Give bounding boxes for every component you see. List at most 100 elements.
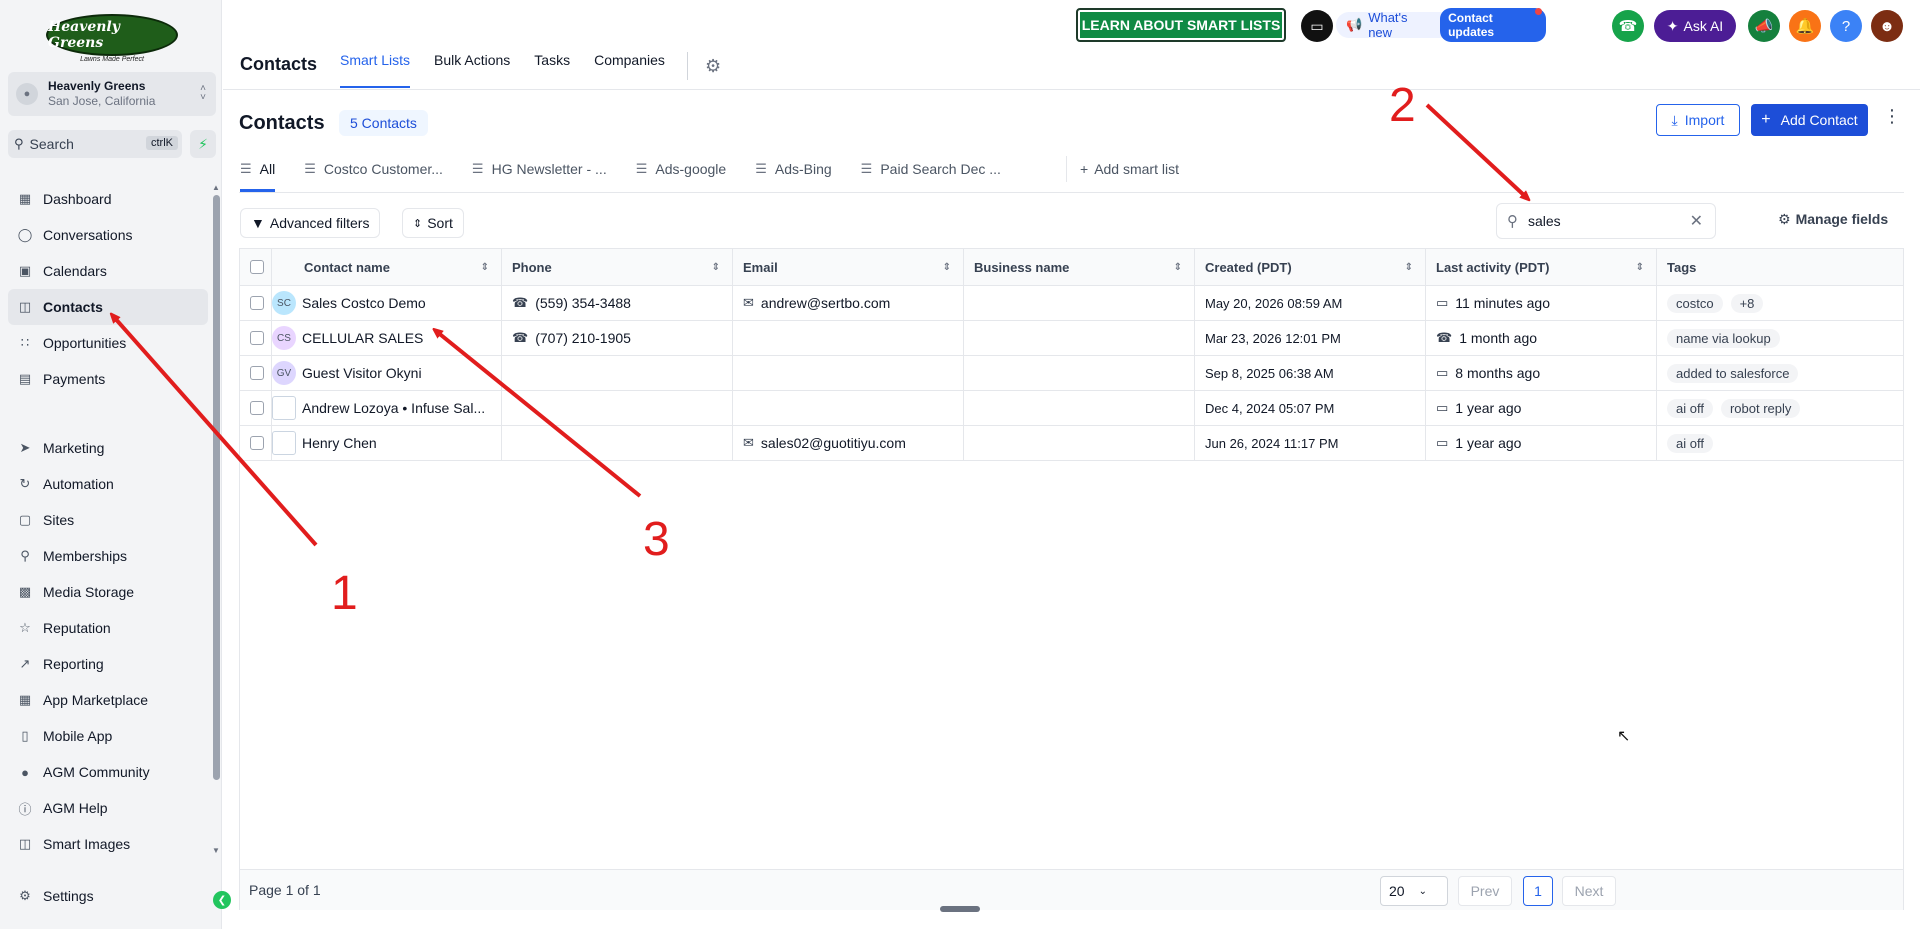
whats-new-banner[interactable]: 📢 What's new Contact updates [1336, 8, 1546, 42]
sidebar-item-smart-images[interactable]: ◫ Smart Images [8, 826, 208, 862]
scroll-down-arrow-icon[interactable]: ▼ [212, 846, 220, 855]
table-row[interactable]: SC Sales Costco Demo ☎ (559) 354-3488 ✉ andre… [240, 286, 1903, 321]
sort-button[interactable]: ⇕ Sort [402, 208, 464, 238]
contact-search-input[interactable] [1528, 213, 1678, 229]
tab-companies[interactable]: Companies [594, 52, 665, 88]
sidebar-item-memberships[interactable]: ⚲ Memberships [8, 538, 208, 574]
tag-badge[interactable]: +8 [1730, 293, 1764, 313]
row-checkbox[interactable] [250, 296, 264, 310]
sidebar-item-reputation[interactable]: ☆ Reputation [8, 610, 208, 646]
contact-name-cell[interactable]: SC Sales Costco Demo [272, 286, 502, 320]
scroll-up-arrow-icon[interactable]: ▲ [212, 183, 220, 192]
contact-name-cell[interactable]: Andrew Lozoya • Infuse Sal... [272, 391, 502, 425]
sidebar-item-conversations[interactable]: ◯ Conversations [8, 217, 208, 253]
smart-list-tab-all[interactable]: ☰ All [240, 156, 276, 192]
sidebar-item-settings[interactable]: ⚙ Settings [8, 878, 208, 914]
resize-handle[interactable] [940, 906, 980, 912]
tag-badge[interactable]: added to salesforce [1667, 363, 1799, 383]
contact-updates-badge[interactable]: Contact updates [1440, 8, 1546, 42]
contact-name-cell[interactable]: GV Guest Visitor Okyni [272, 356, 502, 390]
collapse-sidebar-icon[interactable]: ❮ [213, 891, 231, 909]
sidebar-item-opportunities[interactable]: ∷ Opportunities [8, 325, 208, 361]
column-header-business-name[interactable]: Business name ⇕ [964, 249, 1195, 285]
contact-name-link[interactable]: Guest Visitor Okyni [302, 365, 422, 381]
contact-name-link[interactable]: Sales Costco Demo [302, 295, 426, 311]
tab-tasks[interactable]: Tasks [534, 52, 570, 88]
settings-gear-icon[interactable]: ⚙ [705, 56, 721, 77]
add-smart-list-button[interactable]: + Add smart list [1080, 161, 1179, 177]
contact-name-cell[interactable]: CS CELLULAR SALES [272, 321, 502, 355]
tag-badge[interactable]: ai off [1667, 398, 1713, 418]
sidebar-item-dashboard[interactable]: ▦ Dashboard [8, 181, 208, 217]
chat-support-icon[interactable]: ▭ [1301, 10, 1333, 42]
per-page-select[interactable]: 20 ⌄ [1380, 876, 1448, 906]
sidebar-item-agm-help[interactable]: ⓘ AGM Help [8, 790, 208, 826]
table-row[interactable]: CS CELLULAR SALES ☎ (707) 210-1905 Mar 23, 2… [240, 321, 1903, 356]
tag-badge[interactable]: ai off [1667, 433, 1713, 453]
column-header-created[interactable]: Created (PDT) ⇕ [1195, 249, 1426, 285]
sidebar-item-reporting[interactable]: ↗ Reporting [8, 646, 208, 682]
smart-list-tab-costco[interactable]: ☰ Costco Customer... [304, 156, 443, 182]
phone-value[interactable]: (707) 210-1905 [535, 330, 631, 346]
manage-fields-button[interactable]: ⚙ Manage fields [1778, 211, 1888, 228]
table-row[interactable]: Andrew Lozoya • Infuse Sal... Dec 4, 2024… [240, 391, 1903, 426]
sidebar-item-automation[interactable]: ↻ Automation [8, 466, 208, 502]
smart-list-tab-paid-search[interactable]: ☰ Paid Search Dec ... [861, 156, 1001, 182]
contact-name-link[interactable]: CELLULAR SALES [302, 330, 423, 346]
advanced-filters-button[interactable]: ▼ Advanced filters [240, 208, 381, 238]
sidebar-scrollbar[interactable] [213, 195, 220, 780]
more-options-icon[interactable]: ⋮ [1883, 106, 1901, 127]
quick-action-bolt-icon[interactable]: ⚡ [190, 130, 216, 158]
sidebar-item-sites[interactable]: ▢ Sites [8, 502, 208, 538]
contact-search-box[interactable]: ⚲ ✕ [1496, 203, 1716, 239]
sidebar-search[interactable]: ⚲ Search ctrlK [8, 130, 182, 158]
contact-name-link[interactable]: Andrew Lozoya • Infuse Sal... [302, 400, 485, 416]
sidebar-item-marketing[interactable]: ➤ Marketing [8, 430, 208, 466]
bell-icon[interactable]: 🔔 [1789, 10, 1821, 42]
next-page-button[interactable]: Next [1562, 876, 1616, 906]
sidebar-item-payments[interactable]: ▤ Payments [8, 361, 208, 397]
table-row[interactable]: Henry Chen ✉ sales02@guotitiyu.com Jun 26, … [240, 426, 1903, 461]
select-all-checkbox[interactable] [250, 260, 264, 274]
smart-list-tab-hg-newsletter[interactable]: ☰ HG Newsletter - ... [472, 156, 607, 182]
email-value[interactable]: sales02@guotitiyu.com [761, 435, 906, 451]
column-header-last-activity[interactable]: Last activity (PDT) ⇕ [1426, 249, 1657, 285]
sidebar-item-contacts[interactable]: ◫ Contacts [8, 289, 208, 325]
table-row[interactable]: GV Guest Visitor Okyni Sep 8, 2025 06:38 A… [240, 356, 1903, 391]
tab-smart-lists[interactable]: Smart Lists [340, 52, 411, 88]
contact-name-cell[interactable]: Henry Chen [272, 426, 502, 460]
sidebar-item-mobile-app[interactable]: ▯ Mobile App [8, 718, 208, 754]
tab-bulk-actions[interactable]: Bulk Actions [434, 52, 510, 88]
import-button[interactable]: ⤓ Import [1656, 104, 1740, 136]
clear-search-icon[interactable]: ✕ [1690, 211, 1703, 231]
email-value[interactable]: andrew@sertbo.com [761, 295, 890, 311]
row-checkbox[interactable] [250, 366, 264, 380]
tag-badge[interactable]: name via lookup [1667, 328, 1780, 348]
page-number-button[interactable]: 1 [1523, 876, 1553, 906]
tag-badge[interactable]: robot reply [1720, 398, 1801, 418]
smart-list-tab-ads-bing[interactable]: ☰ Ads-Bing [755, 156, 831, 182]
brand-logo[interactable]: Heavenly Greens Lawns Made Perfect [46, 14, 178, 63]
add-contact-button[interactable]: + Add Contact [1751, 104, 1868, 136]
sidebar-item-agm-community[interactable]: ● AGM Community [8, 754, 208, 790]
phone-icon[interactable]: ☎ [1612, 10, 1644, 42]
sidebar-item-media-storage[interactable]: ▩ Media Storage [8, 574, 208, 610]
column-header-email[interactable]: Email ⇕ [733, 249, 964, 285]
row-checkbox[interactable] [250, 401, 264, 415]
help-icon[interactable]: ? [1830, 10, 1862, 42]
user-avatar[interactable]: ☻ [1871, 10, 1903, 42]
column-header-phone[interactable]: Phone ⇕ [502, 249, 733, 285]
contact-name-link[interactable]: Henry Chen [302, 435, 377, 451]
announcement-icon[interactable]: 📣 [1748, 10, 1780, 42]
sidebar-item-app-marketplace[interactable]: ▦ App Marketplace [8, 682, 208, 718]
ask-ai-button[interactable]: ✦ Ask AI [1654, 10, 1736, 42]
column-header-contact-name[interactable]: Contact name ⇕ [272, 249, 502, 285]
learn-smart-lists-button[interactable]: LEARN ABOUT SMART LISTS [1076, 8, 1286, 42]
prev-page-button[interactable]: Prev [1458, 876, 1512, 906]
row-checkbox[interactable] [250, 436, 264, 450]
sidebar-item-calendars[interactable]: ▣ Calendars [8, 253, 208, 289]
row-checkbox[interactable] [250, 331, 264, 345]
smart-list-tab-ads-google[interactable]: ☰ Ads-google [636, 156, 726, 182]
tag-badge[interactable]: costco [1667, 293, 1723, 313]
phone-value[interactable]: (559) 354-3488 [535, 295, 631, 311]
